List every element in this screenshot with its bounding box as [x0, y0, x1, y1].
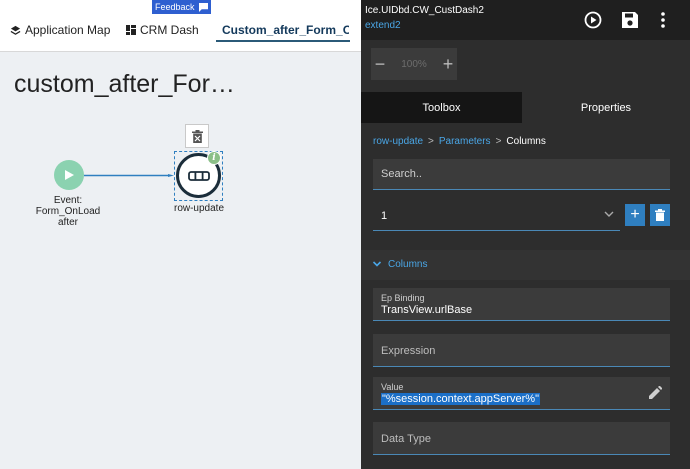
more-vert-icon — [661, 12, 665, 28]
widget-icon — [187, 170, 210, 181]
row-index-select[interactable]: 1 — [373, 200, 620, 231]
active-tab-indicator — [216, 40, 350, 42]
row-index-value: 1 — [381, 210, 388, 222]
breadcrumb-columns: Columns — [506, 136, 546, 147]
value-field[interactable]: Value "%session.context.appServer%" — [373, 377, 670, 410]
data-type-field[interactable]: Data Type — [373, 422, 670, 455]
tab-label: Application Map — [25, 23, 111, 37]
tab-toolbox[interactable]: Toolbox — [361, 92, 522, 123]
event-node-label: Event: Form_OnLoad after — [35, 195, 101, 228]
dashboard-id: Ice.UIDbd.CW_CustDash2 — [365, 5, 484, 16]
zoom-in-button[interactable]: + — [439, 48, 457, 80]
expression-field[interactable]: Expression — [373, 334, 670, 367]
layer-name[interactable]: extend2 — [365, 20, 401, 31]
breadcrumb-parameters[interactable]: Parameters — [439, 136, 491, 147]
play-button[interactable] — [583, 10, 603, 30]
breadcrumb: row-update > Parameters > Columns — [373, 136, 546, 147]
canvas-title: custom_after_For… — [14, 70, 235, 98]
chevron-down-icon — [604, 211, 614, 217]
event-node[interactable] — [54, 160, 84, 190]
tab-properties[interactable]: Properties — [522, 92, 690, 123]
breadcrumb-row-update[interactable]: row-update — [373, 136, 423, 147]
ep-binding-value: TransView.urlBase — [381, 304, 473, 316]
panel-tabs: Toolbox Properties — [361, 92, 690, 123]
connector-arrow — [84, 174, 174, 177]
designer-pane: Application Map CRM Dash Custom_after_Fo… — [0, 0, 361, 469]
ep-binding-label: Ep Binding — [381, 293, 425, 303]
zoom-level: 100% — [401, 58, 427, 70]
value-label: Value — [381, 382, 404, 392]
breadcrumb-separator: > — [495, 136, 502, 147]
feedback-label: Feedback — [155, 2, 195, 12]
tab-label: CRM Dash — [140, 23, 199, 37]
search-input[interactable] — [373, 159, 670, 190]
tab-label: Custom_after_Form_OnL — [222, 23, 349, 37]
columns-section-toggle[interactable]: Columns — [361, 250, 690, 280]
play-icon — [65, 170, 74, 180]
info-icon[interactable]: i — [207, 151, 221, 165]
dashboard-icon — [126, 25, 136, 35]
panel-header: Ice.UIDbd.CW_CustDash2 extend2 — [361, 0, 690, 40]
value-selected-text: "%session.context.appServer%" — [381, 393, 540, 405]
chevron-down-icon — [372, 261, 382, 267]
play-circle-icon — [584, 11, 602, 29]
tab-custom-after-form-onload[interactable]: Custom_after_Form_OnL — [218, 20, 349, 40]
ep-binding-field[interactable]: Ep Binding TransView.urlBase — [373, 288, 670, 321]
add-row-button[interactable]: + — [625, 204, 645, 226]
layers-icon — [10, 25, 21, 35]
expression-placeholder: Expression — [381, 345, 436, 357]
action-node-label: row-update — [173, 203, 225, 214]
save-icon — [622, 12, 638, 28]
tab-crm-dash[interactable]: CRM Dash — [126, 20, 199, 40]
save-button[interactable] — [620, 10, 640, 30]
value-text: "%session.context.appServer%" — [381, 393, 540, 405]
tab-bar: Application Map CRM Dash Custom_after_Fo… — [0, 0, 361, 52]
delete-row-button[interactable] — [650, 204, 670, 226]
tab-application-map[interactable]: Application Map — [10, 20, 110, 40]
data-type-placeholder: Data Type — [381, 433, 431, 445]
breadcrumb-separator: > — [428, 136, 434, 147]
zoom-out-button[interactable]: − — [371, 48, 389, 80]
delete-node-button[interactable] — [185, 124, 209, 148]
trash-icon — [191, 129, 203, 143]
chat-icon — [198, 2, 208, 12]
properties-pane: Ice.UIDbd.CW_CustDash2 extend2 − 100% + … — [361, 0, 690, 469]
feedback-button[interactable]: Feedback — [152, 0, 211, 14]
pencil-icon[interactable] — [649, 386, 662, 399]
zoom-control: − 100% + — [371, 48, 457, 80]
columns-section-label: Columns — [388, 259, 428, 270]
trash-icon — [655, 209, 665, 221]
more-options-button[interactable] — [653, 10, 673, 30]
